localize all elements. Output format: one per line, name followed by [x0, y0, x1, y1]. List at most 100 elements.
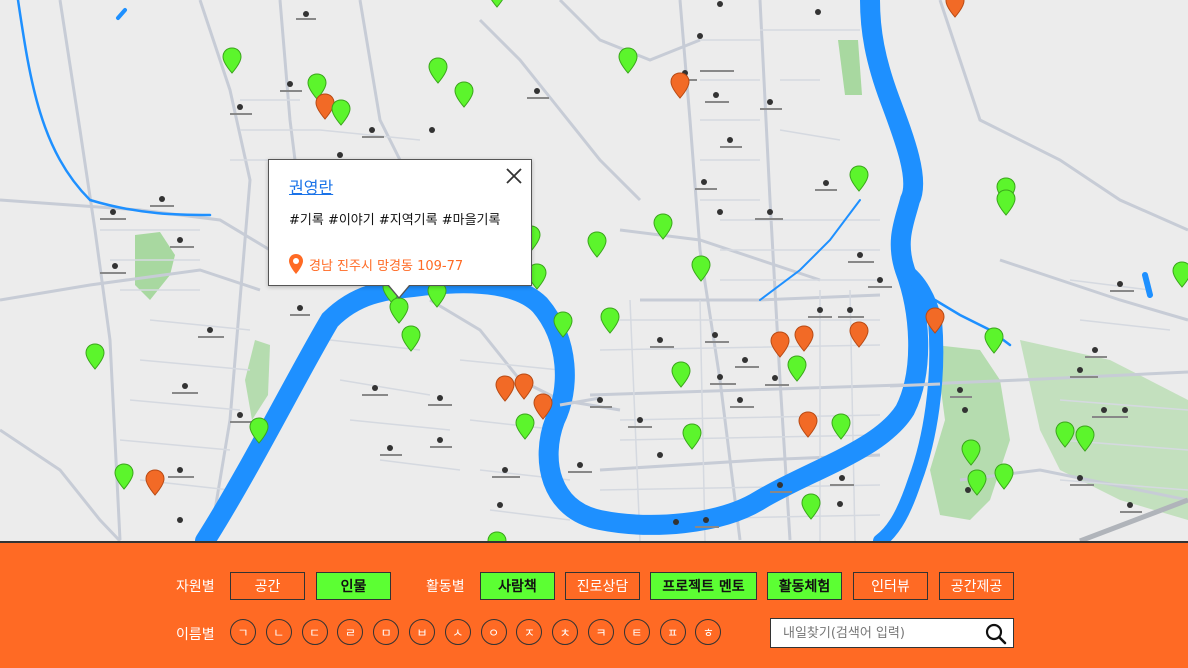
map-marker-icon [454, 81, 474, 108]
map-pin-green[interactable] [515, 413, 535, 440]
map-marker-icon [85, 343, 105, 370]
map-base [0, 0, 1188, 541]
map-pin-orange[interactable] [145, 469, 165, 496]
map-pin-orange[interactable] [770, 331, 790, 358]
map-pin-orange[interactable] [798, 411, 818, 438]
map-pin-green[interactable] [587, 231, 607, 258]
map-marker-icon [514, 373, 534, 400]
filter-chip-human-book[interactable]: 사람책 [480, 572, 555, 600]
map-pin-green[interactable] [600, 307, 620, 334]
map-pin-green[interactable] [553, 311, 573, 338]
map-marker-icon [495, 375, 515, 402]
map-pin-green[interactable] [1075, 425, 1095, 452]
map-marker-icon [801, 493, 821, 520]
filter-bar [0, 541, 1188, 668]
map-marker-icon [925, 307, 945, 334]
map-pin-green[interactable] [984, 327, 1004, 354]
filter-chip-person[interactable]: 인물 [316, 572, 391, 600]
initial-filter-button[interactable]: ㅌ [623, 619, 650, 645]
map-pin-green[interactable] [967, 469, 987, 496]
map-marker-icon [145, 469, 165, 496]
initial-filter-button[interactable]: ㄷ [301, 619, 328, 645]
map-marker-icon [1075, 425, 1095, 452]
search-input[interactable] [783, 625, 993, 641]
map-marker-icon [533, 393, 553, 420]
map-marker-icon [994, 463, 1014, 490]
initial-filter-button[interactable]: ㅁ [373, 619, 400, 645]
map-marker-icon [600, 307, 620, 334]
map-pin-green[interactable] [961, 439, 981, 466]
map-marker-icon [249, 417, 269, 444]
search-icon[interactable] [985, 623, 1007, 645]
initial-filter-button[interactable]: ㄴ [265, 619, 292, 645]
map-marker-icon [996, 189, 1016, 216]
map-marker-icon [487, 531, 507, 541]
map-pin-green[interactable] [401, 325, 421, 352]
map-pin-green[interactable] [487, 531, 507, 541]
map-marker-icon [770, 331, 790, 358]
location-pin-icon [289, 254, 303, 274]
map-pin-orange[interactable] [670, 72, 690, 99]
filter-chip-space-provision[interactable]: 공간제공 [939, 572, 1014, 600]
filter-chip-space[interactable]: 공간 [230, 572, 305, 600]
map-pin-green[interactable] [682, 423, 702, 450]
activity-filter-label: 활동별 [426, 579, 465, 595]
initial-filter-button[interactable]: ㅂ [409, 619, 435, 645]
map-pin-green[interactable] [787, 355, 807, 382]
map-pin-orange[interactable] [849, 321, 869, 348]
map-pin-green[interactable] [994, 463, 1014, 490]
search-box [770, 618, 1014, 648]
map-pin-green[interactable] [801, 493, 821, 520]
map-pin-green[interactable] [85, 343, 105, 370]
map-pin-green[interactable] [389, 297, 409, 324]
map-marker-icon [653, 213, 673, 240]
name-filter-label: 이름별 [176, 627, 215, 643]
map-canvas[interactable]: 권영란 #기록 #이야기 #지역기록 #마을기록 경남 진주시 망경동 109-… [0, 0, 1188, 541]
map-pin-green[interactable] [653, 213, 673, 240]
initial-filter-button[interactable]: ㅇ [480, 619, 507, 645]
initial-filter-button[interactable]: ㅊ [552, 619, 579, 645]
map-marker-icon [787, 355, 807, 382]
initial-filter-button[interactable]: ㄱ [230, 619, 256, 645]
map-pin-green[interactable] [831, 413, 851, 440]
map-pin-green[interactable] [1172, 261, 1188, 288]
filter-chip-activity-experience[interactable]: 활동체험 [767, 572, 842, 600]
map-pin-green[interactable] [671, 361, 691, 388]
map-pin-orange[interactable] [945, 0, 965, 18]
map-pin-green[interactable] [487, 0, 507, 8]
map-marker-icon [671, 361, 691, 388]
map-marker-icon [428, 57, 448, 84]
map-marker-icon [331, 99, 351, 126]
map-marker-icon [967, 469, 987, 496]
map-pin-green[interactable] [849, 165, 869, 192]
initial-filter-button[interactable]: ㅍ [659, 619, 686, 645]
map-marker-icon [984, 327, 1004, 354]
map-marker-icon [515, 413, 535, 440]
close-icon[interactable] [505, 167, 523, 185]
map-pin-green[interactable] [331, 99, 351, 126]
map-pin-green[interactable] [691, 255, 711, 282]
map-pin-orange[interactable] [495, 375, 515, 402]
popup-person-name[interactable]: 권영란 [289, 174, 333, 198]
map-pin-orange[interactable] [925, 307, 945, 334]
filter-chip-project-mentor[interactable]: 프로젝트 멘토 [650, 572, 757, 600]
initial-filter-button[interactable]: ㅋ [588, 619, 614, 645]
map-pin-green[interactable] [1055, 421, 1075, 448]
map-pin-green[interactable] [428, 57, 448, 84]
filter-chip-career-counseling[interactable]: 진로상담 [565, 572, 640, 600]
filter-chip-interview[interactable]: 인터뷰 [853, 572, 928, 600]
map-marker-icon [945, 0, 965, 18]
initial-filter-button[interactable]: ㅅ [444, 619, 471, 645]
map-marker-icon [1172, 261, 1188, 288]
map-pin-green[interactable] [618, 47, 638, 74]
map-pin-orange[interactable] [533, 393, 553, 420]
map-pin-green[interactable] [454, 81, 474, 108]
map-pin-green[interactable] [222, 47, 242, 74]
map-pin-orange[interactable] [794, 325, 814, 352]
map-marker-icon [114, 463, 134, 490]
map-pin-green[interactable] [114, 463, 134, 490]
map-pin-green[interactable] [996, 189, 1016, 216]
map-marker-icon [401, 325, 421, 352]
map-pin-orange[interactable] [514, 373, 534, 400]
map-pin-green[interactable] [249, 417, 269, 444]
